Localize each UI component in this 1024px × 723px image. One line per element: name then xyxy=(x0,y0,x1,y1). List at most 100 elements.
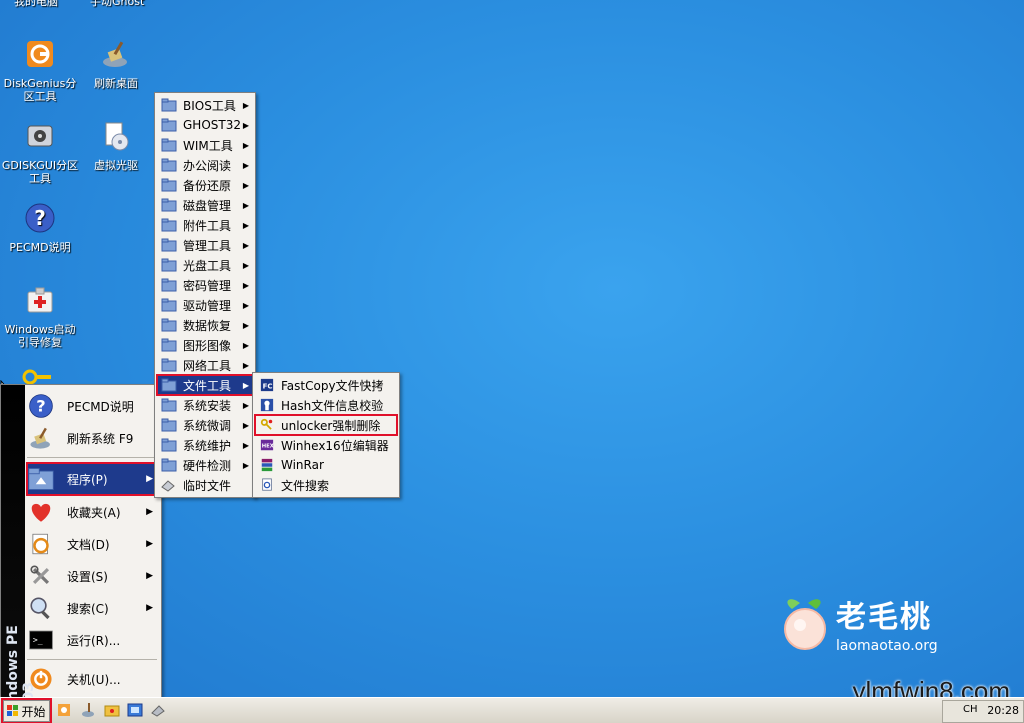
programs-item[interactable]: 管理工具 ▶ xyxy=(157,235,253,255)
start-item-favorites[interactable]: 收藏夹(A) ▶ xyxy=(27,497,157,527)
programs-item[interactable]: 系统微调 ▶ xyxy=(157,415,253,435)
desktop-icon-label: 虚拟光驱 xyxy=(94,159,138,172)
programs-item[interactable]: WIM工具 ▶ xyxy=(157,135,253,155)
folder-icon xyxy=(161,458,177,472)
programs-item[interactable]: 附件工具 ▶ xyxy=(157,215,253,235)
programs-item[interactable]: 备份还原 ▶ xyxy=(157,175,253,195)
help-icon: ? xyxy=(29,394,53,418)
virtual-drive-icon xyxy=(105,122,129,151)
submenu-arrow-icon: ▶ xyxy=(242,320,249,330)
file-tools-item-hash[interactable]: Hash文件信息校验 xyxy=(255,395,397,415)
programs-submenu: BIOS工具 ▶ GHOST32 ▶ WIM工具 ▶ 办公阅读 ▶ 备份还原 ▶ 磁盘管理 ▶ 附件工具… xyxy=(154,92,256,498)
programs-item[interactable]: 数据恢复 ▶ xyxy=(157,315,253,335)
diskgenius-icon xyxy=(27,41,53,67)
settings-icon xyxy=(30,565,50,585)
submenu-arrow-icon: ▶ xyxy=(242,120,249,130)
start-item-pecmd-help[interactable]: ? PECMD说明 xyxy=(27,391,157,421)
programs-item[interactable]: 办公阅读 ▶ xyxy=(157,155,253,175)
programs-item[interactable]: 图形图像 ▶ xyxy=(157,335,253,355)
file-tools-item-unlocker[interactable]: unlocker强制删除 xyxy=(254,414,398,436)
start-item-label: 刷新系统 F9 xyxy=(67,431,134,446)
input-language-indicator[interactable]: CH xyxy=(963,704,978,715)
start-item-run[interactable]: >_ 运行(R)... xyxy=(27,625,157,655)
start-item-refresh-system[interactable]: 刷新系统 F9 xyxy=(27,423,157,453)
gdisk-icon xyxy=(27,125,53,147)
start-item-shutdown[interactable]: 关机(U)... xyxy=(27,664,157,694)
desktop-icon-label-manual-ghost[interactable]: 手动Ghost xyxy=(90,0,144,9)
unlocker-icon xyxy=(260,418,273,430)
desktop-icon-label-my-computer[interactable]: 我的电脑 xyxy=(14,0,58,9)
desktop-icon-refresh-desktop[interactable]: 刷新桌面 xyxy=(76,38,156,90)
programs-item-label: 备份还原 xyxy=(183,178,232,193)
start-item-label: 设置(S) xyxy=(67,569,108,584)
file-search-icon xyxy=(262,478,272,491)
start-item-settings[interactable]: 设置(S) ▶ xyxy=(27,561,157,591)
programs-item-label: WIM工具 xyxy=(183,138,233,153)
clock[interactable]: 20:28 xyxy=(987,704,1019,717)
folder-icon xyxy=(161,298,177,312)
programs-folder-icon xyxy=(28,468,54,490)
file-tools-item-label: FastCopy文件快拷 xyxy=(281,378,384,393)
submenu-arrow-icon: ▶ xyxy=(242,140,249,150)
programs-item[interactable]: BIOS工具 ▶ xyxy=(157,95,253,115)
desktop-icon-diskgenius[interactable]: DiskGenius分区工具 xyxy=(0,38,80,103)
file-tools-item-file-search[interactable]: 文件搜索 xyxy=(255,475,397,495)
programs-item[interactable]: 磁盘管理 ▶ xyxy=(157,195,253,215)
start-menu: Windows PE 2003 ? PECMD说明 刷新系统 F9 程序(P) … xyxy=(0,384,162,721)
programs-item-label: 网络工具 xyxy=(183,358,232,373)
start-button[interactable]: 开始 xyxy=(1,698,52,723)
start-item-label: 关机(U)... xyxy=(67,672,121,687)
start-item-search[interactable]: 搜索(C) ▶ xyxy=(27,593,157,623)
brand-name: 老毛桃 xyxy=(836,600,932,635)
start-item-label: PECMD说明 xyxy=(67,399,134,414)
programs-item[interactable]: 光盘工具 ▶ xyxy=(157,255,253,275)
desktop-icon-virtual-drive[interactable]: 虚拟光驱 xyxy=(76,120,156,172)
quicklaunch-broom-icon[interactable] xyxy=(80,702,96,718)
programs-item[interactable]: 密码管理 ▶ xyxy=(157,275,253,295)
start-item-programs[interactable]: 程序(P) ▶ xyxy=(26,462,158,496)
desktop-icon-boot-repair[interactable]: Windows启动引导修复 xyxy=(0,284,80,349)
brand-url: laomaotao.org xyxy=(836,638,938,654)
programs-item[interactable]: 文件工具 ▶ xyxy=(156,374,254,396)
quicklaunch-capture-icon[interactable] xyxy=(127,702,143,718)
folder-icon xyxy=(161,438,177,452)
menu-separator xyxy=(27,457,157,458)
file-tools-item-winhex[interactable]: HEX Winhex16位编辑器 xyxy=(255,435,397,455)
taskbar: 开始 CH 20:28 xyxy=(0,697,1024,723)
svg-text:HEX: HEX xyxy=(262,444,274,450)
programs-item[interactable]: GHOST32 ▶ xyxy=(157,115,253,135)
start-item-label: 程序(P) xyxy=(67,472,108,487)
programs-item-label: 磁盘管理 xyxy=(183,198,232,213)
programs-item[interactable]: 系统安装 ▶ xyxy=(157,395,253,415)
quicklaunch-eraser-icon[interactable] xyxy=(150,702,166,718)
programs-item-label: 图形图像 xyxy=(183,338,232,353)
programs-item-label: 数据恢复 xyxy=(183,318,232,333)
desktop-icon-label: 刷新桌面 xyxy=(94,77,138,90)
system-tray: CH 20:28 xyxy=(942,700,1024,723)
programs-item-label: 系统安装 xyxy=(183,398,232,413)
quicklaunch-refresh-icon[interactable] xyxy=(56,702,72,718)
windows-logo-icon xyxy=(7,705,19,716)
file-tools-item-label: Hash文件信息校验 xyxy=(281,398,384,413)
file-tools-submenu: FC FastCopy文件快拷 Hash文件信息校验 unlocker强制删除 … xyxy=(252,372,400,498)
winhex-icon: HEX xyxy=(260,439,274,451)
desktop-icon-pecmd-help[interactable]: ? PECMD说明 xyxy=(0,202,80,254)
programs-item[interactable]: 系统维护 ▶ xyxy=(157,435,253,455)
refresh-desktop-icon xyxy=(103,41,127,67)
file-tools-item-fastcopy[interactable]: FC FastCopy文件快拷 xyxy=(255,375,397,395)
programs-item-label: 管理工具 xyxy=(183,238,232,253)
programs-item[interactable]: 硬件检测 ▶ xyxy=(157,455,253,475)
submenu-arrow-icon: ▶ xyxy=(242,360,249,370)
documents-icon xyxy=(32,533,49,555)
start-item-documents[interactable]: 文档(D) ▶ xyxy=(27,529,157,559)
submenu-arrow-icon: ▶ xyxy=(242,460,249,470)
quicklaunch-folder-icon[interactable] xyxy=(104,702,120,718)
desktop-icon-gdiskgui[interactable]: GDISKGUI分区工具 xyxy=(0,120,80,185)
folder-icon xyxy=(161,258,177,272)
folder-icon xyxy=(161,338,177,352)
programs-item-label: 光盘工具 xyxy=(183,258,232,273)
programs-item[interactable]: 网络工具 ▶ xyxy=(157,355,253,375)
programs-item[interactable]: 临时文件 xyxy=(157,475,253,495)
programs-item[interactable]: 驱动管理 ▶ xyxy=(157,295,253,315)
file-tools-item-winrar[interactable]: WinRar xyxy=(255,455,397,475)
